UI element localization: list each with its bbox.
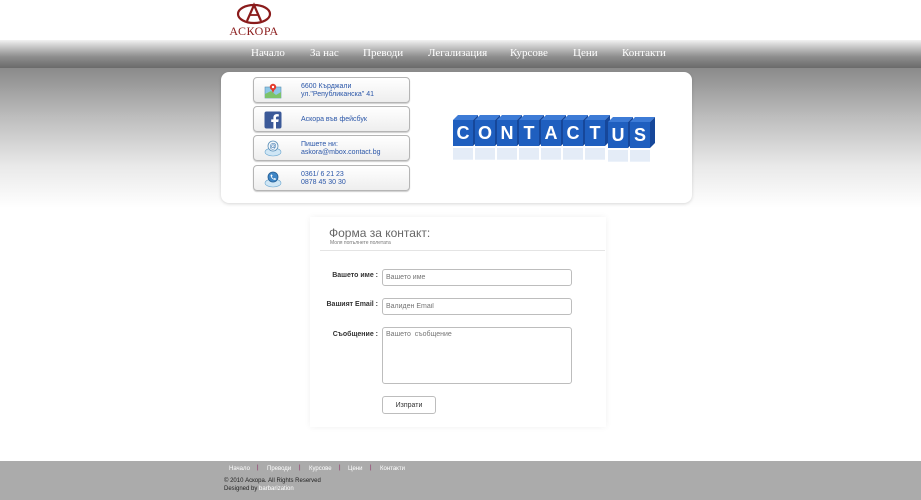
letter-cube: A bbox=[541, 115, 566, 146]
cube-letter: T bbox=[590, 123, 601, 143]
cube-reflection bbox=[563, 148, 583, 160]
cube-letter: U bbox=[612, 125, 625, 145]
designer-link[interactable]: barbarization bbox=[259, 486, 294, 492]
cube-reflection bbox=[541, 148, 561, 160]
message-textarea[interactable] bbox=[382, 327, 572, 384]
letter-cube: T bbox=[585, 115, 610, 146]
contact-form bbox=[310, 217, 606, 427]
footer-link-prices[interactable]: Цени bbox=[348, 466, 362, 472]
cube-letter: C bbox=[567, 123, 580, 143]
email-field-label: Вашият Email : bbox=[326, 301, 379, 308]
cube-reflection bbox=[475, 148, 495, 160]
cube-letter: A bbox=[545, 123, 558, 143]
footer-separator: | bbox=[339, 465, 341, 471]
footer-separator: | bbox=[257, 465, 259, 471]
cube-reflection bbox=[519, 148, 539, 160]
logo[interactable]: АСКОРА bbox=[226, 2, 282, 38]
cube-letter: S bbox=[634, 125, 646, 145]
footer-link-contacts[interactable]: Контакти bbox=[380, 466, 405, 472]
name-input[interactable] bbox=[382, 269, 572, 286]
address-text: 6600 Кърджали ул."Републиканска" 41 bbox=[301, 83, 374, 99]
cube-reflection bbox=[630, 150, 650, 162]
nav-item-translations[interactable]: Преводи bbox=[363, 47, 403, 59]
footer-credits: Designed by barbarization bbox=[224, 486, 294, 492]
letter-cube: N bbox=[497, 115, 522, 146]
facebook-link-text: Аскора във фейсбук bbox=[301, 116, 367, 123]
main-nav: Начало За нас Преводи Легализация Курсов… bbox=[0, 40, 921, 68]
contact-card-facebook[interactable]: Аскора във фейсбук bbox=[253, 106, 410, 132]
logo-emblem-icon bbox=[236, 2, 272, 25]
letter-cube: U bbox=[608, 117, 633, 148]
phone-line-2: 0878 45 30 30 bbox=[301, 179, 346, 186]
letter-cube: T bbox=[519, 115, 544, 146]
contact-us-banner: CONTACTUS bbox=[443, 108, 663, 180]
footer-link-home[interactable]: Начало bbox=[229, 466, 250, 472]
letter-cube: O bbox=[475, 115, 500, 146]
email-input[interactable] bbox=[382, 298, 572, 315]
email-label: Пишете ни: bbox=[301, 141, 338, 148]
phone-text: 0361/ 6 21 23 0878 45 30 30 bbox=[301, 171, 346, 187]
nav-item-about[interactable]: За нас bbox=[310, 47, 339, 59]
nav-item-contacts[interactable]: Контакти bbox=[622, 47, 666, 59]
contact-us-cubes: CONTACTUS bbox=[453, 115, 655, 162]
form-title: Форма за контакт: bbox=[329, 226, 431, 240]
nav-item-courses[interactable]: Курсове bbox=[510, 47, 548, 59]
cube-letter: N bbox=[501, 123, 514, 143]
svg-text:@: @ bbox=[269, 144, 276, 151]
letter-cube: C bbox=[453, 115, 478, 146]
footer-separator: | bbox=[370, 465, 372, 471]
email-address: askora@mbox.contact.bg bbox=[301, 149, 381, 156]
cube-reflection bbox=[585, 148, 605, 160]
footer-link-translations[interactable]: Преводи bbox=[267, 466, 291, 472]
footer-copyright: © 2010 Аскора. All Rights Reserved bbox=[224, 478, 321, 484]
phone-icon bbox=[264, 171, 282, 188]
footer-link-courses[interactable]: Курсове bbox=[309, 466, 332, 472]
nav-item-legalization[interactable]: Легализация bbox=[428, 47, 487, 59]
header bbox=[0, 0, 921, 40]
email-text: Пишете ни: askora@mbox.contact.bg bbox=[301, 141, 380, 157]
nav-item-home[interactable]: Начало bbox=[251, 47, 285, 59]
contact-card-email[interactable]: @ Пишете ни: askora@mbox.contact.bg bbox=[253, 135, 410, 161]
footer-separator: | bbox=[299, 465, 301, 471]
cube-reflection bbox=[453, 148, 473, 160]
contact-card-address[interactable]: 6600 Кърджали ул."Републиканска" 41 bbox=[253, 77, 410, 103]
cube-letter: T bbox=[524, 123, 535, 143]
footer bbox=[0, 461, 921, 500]
logo-text: АСКОРА bbox=[229, 24, 279, 38]
cube-reflection bbox=[497, 148, 517, 160]
submit-button[interactable]: Изпрати bbox=[382, 396, 436, 414]
message-label: Съобщение : bbox=[332, 331, 378, 338]
address-line-2: ул."Републиканска" 41 bbox=[301, 91, 374, 98]
designed-by-label: Designed by bbox=[224, 486, 258, 492]
cube-letter: O bbox=[478, 123, 492, 143]
map-icon bbox=[264, 83, 282, 99]
address-line-1: 6600 Кърджали bbox=[301, 83, 352, 90]
cube-reflection bbox=[608, 150, 628, 162]
facebook-icon bbox=[264, 111, 282, 129]
nav-item-prices[interactable]: Цени bbox=[573, 47, 598, 59]
letter-cube: C bbox=[563, 115, 588, 146]
form-subtitle: Моля попълнете полетата bbox=[330, 240, 391, 246]
email-icon: @ bbox=[264, 140, 282, 157]
form-divider bbox=[320, 250, 605, 251]
letter-cube: S bbox=[630, 117, 655, 148]
contact-card-phone[interactable]: 0361/ 6 21 23 0878 45 30 30 bbox=[253, 165, 410, 191]
name-label: Вашето име : bbox=[332, 272, 378, 279]
phone-line-1: 0361/ 6 21 23 bbox=[301, 171, 344, 178]
cube-letter: C bbox=[457, 123, 470, 143]
